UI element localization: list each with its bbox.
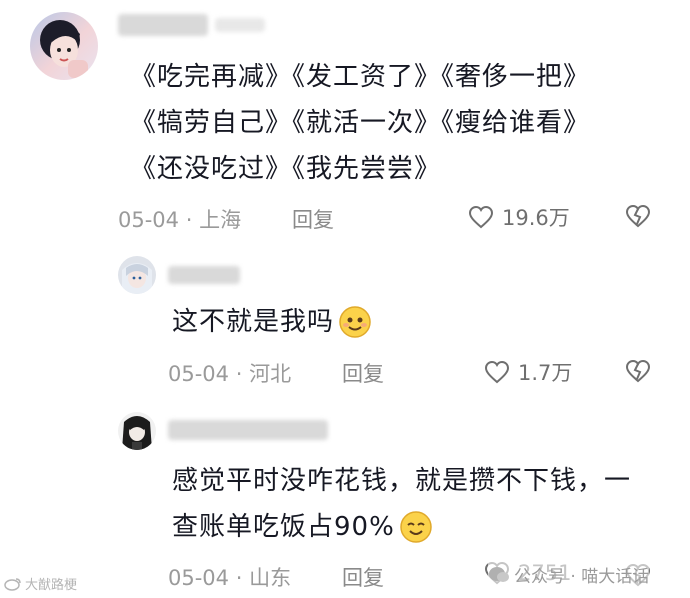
comment-line: 《还没吃过》《我先尝尝》: [130, 154, 442, 184]
username-blurred[interactable]: [168, 420, 328, 440]
comment-date: 05-04: [168, 362, 230, 386]
watermark-text: 公众号 · 喵大话话: [514, 567, 650, 587]
avatar-user-3[interactable]: [118, 412, 156, 450]
heart-outline-icon: [484, 360, 510, 384]
comment-body: 《吃完再减》《发工资了》《奢侈一把》 《犒劳自己》《就活一次》《瘦给谁看》 《还…: [130, 54, 590, 192]
like-count: 1.7万: [518, 361, 573, 385]
comment-body: 感觉平时没咋花钱，就是攒不下钱，一 查账单吃饭占90%: [172, 458, 631, 550]
avatar-illustration: [40, 20, 88, 78]
watermark-left: 大猷路梗: [4, 574, 77, 593]
broken-heart-icon[interactable]: [625, 204, 651, 228]
comment-location: 山东: [249, 566, 292, 590]
smiling-face-emoji: [339, 306, 371, 338]
username-blurred[interactable]: [118, 14, 208, 36]
username-blurred[interactable]: [168, 266, 240, 284]
comment-line: 查账单吃饭占90%: [172, 504, 631, 550]
weibo-logo-icon: [4, 577, 21, 591]
comment-location: 上海: [199, 208, 242, 232]
comment-line: 感觉平时没咋花钱，就是攒不下钱，一: [172, 466, 632, 496]
comment-text: 查账单吃饭占90%: [172, 512, 395, 542]
comment-text: 这不就是我吗: [172, 307, 335, 337]
comment-date: 05-04: [118, 208, 180, 232]
comment-meta: 05-04 · 上海: [118, 204, 241, 234]
reply-button[interactable]: 回复: [342, 562, 384, 592]
meta-separator: ·: [185, 208, 193, 232]
heart-outline-icon: [468, 205, 494, 229]
comment-line: 《犒劳自己》《就活一次》《瘦给谁看》: [130, 108, 591, 138]
like-button[interactable]: 1.7万: [484, 357, 572, 387]
meta-separator: ·: [235, 566, 243, 590]
username-blurred-tail: [215, 18, 265, 32]
like-button[interactable]: 19.6万: [468, 202, 570, 232]
wechat-logo-icon: [489, 566, 509, 582]
avatar-illustration: [122, 416, 152, 450]
broken-heart-icon[interactable]: [625, 359, 651, 383]
comment-meta: 05-04 · 山东: [168, 562, 291, 592]
comment-line: 《吃完再减》《发工资了》《奢侈一把》: [130, 62, 591, 92]
watermark-text: 大猷路梗: [25, 578, 78, 593]
avatar-user-2[interactable]: [118, 256, 156, 294]
avatar-illustration: [122, 263, 152, 294]
comment-date: 05-04: [168, 566, 230, 590]
avatar-user-1[interactable]: [30, 12, 98, 80]
comment-meta: 05-04 · 河北: [168, 358, 291, 388]
reply-button[interactable]: 回复: [342, 358, 384, 388]
comment-location: 河北: [249, 362, 292, 386]
smiling-face-emoji: [400, 511, 432, 543]
watermark-right: 公众号 · 喵大话话: [488, 562, 650, 587]
comment-body: 这不就是我吗: [172, 302, 372, 342]
meta-separator: ·: [235, 362, 243, 386]
reply-button[interactable]: 回复: [292, 204, 334, 234]
like-count: 19.6万: [502, 206, 570, 230]
